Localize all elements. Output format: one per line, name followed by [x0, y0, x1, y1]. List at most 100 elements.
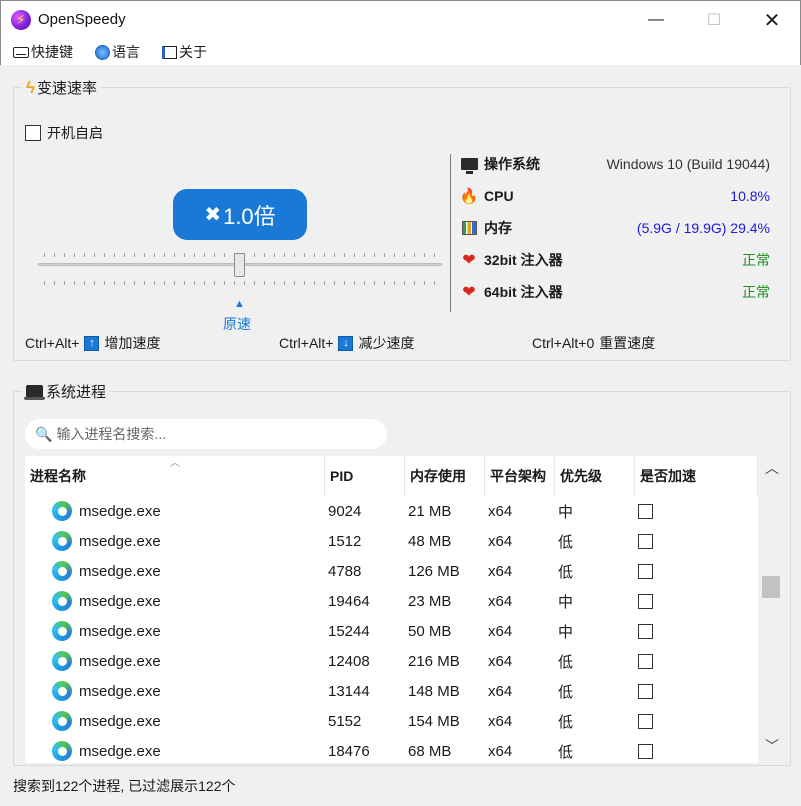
sys-cpu-value: 10.8%: [730, 188, 770, 204]
sys-row-memory: 内存 (5.9G / 19.9G) 29.4%: [460, 216, 770, 240]
cell-memory: 148 MB: [408, 682, 460, 700]
accelerate-checkbox[interactable]: [638, 593, 653, 609]
slider-tick: [274, 253, 275, 257]
accelerate-checkbox[interactable]: [638, 653, 653, 669]
accelerate-checkbox[interactable]: [638, 683, 653, 699]
cell-memory: 48 MB: [408, 532, 452, 550]
cell-accelerated[interactable]: [638, 586, 653, 616]
slider-tick: [224, 281, 225, 285]
table-header: ︿ 进程名称 PID 内存使用 平台架构 优先级 是否加速: [25, 456, 758, 496]
sys-row-injector64: ❤ 64bit 注入器 正常: [460, 280, 770, 304]
slider-tick: [214, 281, 215, 285]
process-panel-title-text: 系统进程: [46, 384, 107, 401]
menu-about[interactable]: 关于: [162, 42, 207, 62]
scroll-up-icon[interactable]: ︿: [765, 458, 779, 478]
slider-tick: [44, 281, 45, 285]
close-button[interactable]: ✕: [749, 1, 795, 39]
slider-tick: [114, 281, 115, 285]
speed-slider-thumb[interactable]: [234, 253, 245, 277]
slider-tick: [94, 253, 95, 257]
edge-icon: [52, 556, 72, 586]
cell-accelerated[interactable]: [638, 706, 653, 736]
slider-tick: [64, 253, 65, 257]
window-title: OpenSpeedy: [38, 11, 126, 28]
cell-memory: 23 MB: [408, 592, 452, 610]
hotkey-increase-label: 增加速度: [104, 335, 161, 351]
slider-tick: [384, 253, 385, 257]
slider-tick: [104, 281, 105, 285]
menu-hotkeys[interactable]: 快捷键: [13, 42, 73, 62]
cell-memory: 126 MB: [408, 562, 460, 580]
scroll-down-icon[interactable]: ﹀: [765, 736, 779, 756]
cell-accelerated[interactable]: [638, 736, 653, 763]
cell-priority: 低: [558, 563, 574, 581]
sys-injector64-label: 64bit 注入器: [484, 284, 563, 300]
table-row[interactable]: msedge.exe 5152 154 MB x64 低: [25, 706, 758, 736]
col-priority[interactable]: 优先级: [555, 456, 635, 496]
slider-tick: [304, 281, 305, 285]
speed-display-button[interactable]: ✖ 1.0倍: [173, 189, 307, 240]
col-pid[interactable]: PID: [325, 456, 405, 496]
vertical-scrollbar[interactable]: ︿ ﹀: [761, 456, 783, 763]
panel-divider: [450, 154, 451, 312]
accelerate-checkbox[interactable]: [638, 503, 653, 519]
process-table: ︿ 进程名称 PID 内存使用 平台架构 优先级 是否加速 msedge.exe…: [25, 456, 758, 763]
edge-icon: [52, 736, 72, 763]
table-row[interactable]: msedge.exe 1512 48 MB x64 低: [25, 526, 758, 556]
slider-tick: [414, 281, 415, 285]
sys-injector32-label: 32bit 注入器: [484, 252, 563, 268]
process-search-input[interactable]: 🔍 输入进程名搜索...: [25, 419, 387, 449]
autostart-option[interactable]: 开机自启: [25, 123, 103, 143]
accelerate-checkbox[interactable]: [638, 713, 653, 729]
cell-accelerated[interactable]: [638, 676, 653, 706]
slider-tick: [224, 253, 225, 257]
slider-tick: [334, 281, 335, 285]
cell-pid: 19464: [328, 592, 370, 610]
menu-about-label: 关于: [179, 44, 207, 60]
table-row[interactable]: msedge.exe 12408 216 MB x64 低: [25, 646, 758, 676]
slider-tick: [174, 253, 175, 257]
multiply-icon: ✖: [204, 204, 222, 226]
autostart-checkbox[interactable]: [25, 125, 41, 141]
minimize-button[interactable]: —: [633, 1, 679, 39]
scroll-thumb[interactable]: [762, 576, 780, 598]
slider-tick: [194, 281, 195, 285]
cell-accelerated[interactable]: [638, 526, 653, 556]
col-memory[interactable]: 内存使用: [405, 456, 485, 496]
cell-accelerated[interactable]: [638, 646, 653, 676]
table-row[interactable]: msedge.exe 4788 126 MB x64 低: [25, 556, 758, 586]
edge-icon: [52, 496, 72, 526]
accelerate-checkbox[interactable]: [638, 563, 653, 579]
slider-tick: [394, 281, 395, 285]
cell-accelerated[interactable]: [638, 556, 653, 586]
hotkey-reset-prefix: Ctrl+Alt+0: [532, 335, 595, 351]
speed-panel-title: ϟ 变速速率: [22, 77, 102, 98]
accelerate-checkbox[interactable]: [638, 533, 653, 549]
sys-os-value: Windows 10 (Build 19044): [606, 156, 770, 172]
table-row[interactable]: msedge.exe 9024 21 MB x64 中: [25, 496, 758, 526]
accelerate-checkbox[interactable]: [638, 623, 653, 639]
col-name[interactable]: 进程名称: [25, 456, 325, 496]
table-row[interactable]: msedge.exe 18476 68 MB x64 低: [25, 736, 758, 763]
cell-priority: 中: [558, 623, 574, 641]
cell-priority: 低: [558, 743, 574, 761]
accelerate-checkbox[interactable]: [638, 743, 653, 759]
table-row[interactable]: msedge.exe 19464 23 MB x64 中: [25, 586, 758, 616]
menu-language[interactable]: 语言: [95, 42, 140, 62]
maximize-button[interactable]: ☐: [691, 1, 737, 39]
table-row[interactable]: msedge.exe 13144 148 MB x64 低: [25, 676, 758, 706]
globe-icon: [95, 44, 110, 60]
cell-accelerated[interactable]: [638, 496, 653, 526]
slider-tick: [94, 281, 95, 285]
slider-tick: [174, 281, 175, 285]
sys-row-cpu: 🔥 CPU 10.8%: [460, 184, 770, 208]
app-logo-icon: ⚡: [11, 10, 31, 30]
process-panel-title: 系统进程: [22, 381, 111, 402]
col-accelerated[interactable]: 是否加速: [635, 456, 758, 496]
cell-accelerated[interactable]: [638, 616, 653, 646]
table-row[interactable]: msedge.exe 15244 50 MB x64 中: [25, 616, 758, 646]
edge-icon: [52, 676, 72, 706]
slider-tick: [74, 253, 75, 257]
col-arch[interactable]: 平台架构: [485, 456, 555, 496]
flame-icon: 🔥: [459, 188, 479, 205]
